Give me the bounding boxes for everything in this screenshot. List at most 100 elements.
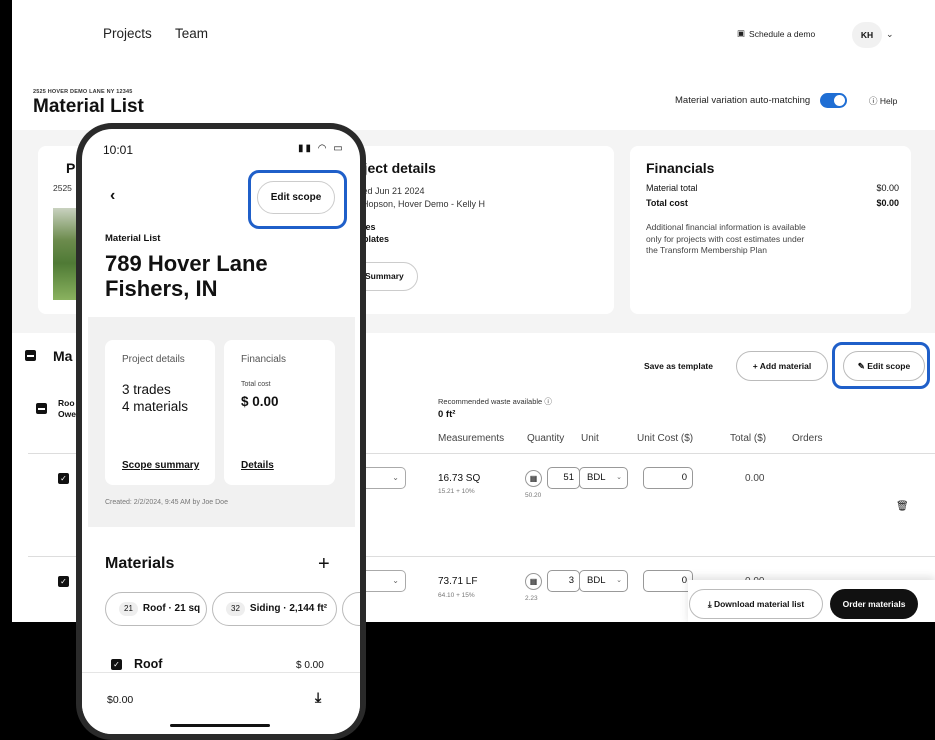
trades-count: 3 trades (122, 382, 171, 397)
created-by: y Hopson, Hover Demo - Kelly H (355, 199, 486, 209)
nav-team[interactable]: Team (175, 26, 208, 41)
chip-count: 32 (226, 602, 245, 616)
total-cost-value: $ 0.00 (241, 394, 279, 409)
chevron-down-icon[interactable]: ⌄ (886, 29, 894, 40)
back-arrow-icon[interactable]: ‹ (110, 187, 115, 205)
info-icon[interactable]: ⓘ (544, 397, 552, 406)
row-total: 0.00 (745, 473, 765, 484)
automatch-toggle[interactable] (820, 93, 847, 108)
edit-scope-highlight (832, 342, 930, 389)
unit-value: BDL (587, 472, 606, 483)
save-as-template-button[interactable]: Save as template (644, 361, 713, 371)
measurement-value: 16.73 SQ (438, 473, 481, 484)
col-unit: Unit (581, 433, 599, 444)
chip-roof[interactable]: 21 Roof · 21 sq (105, 592, 207, 626)
project-details-title: oject details (355, 160, 436, 176)
add-material-button[interactable]: + Add material (736, 351, 828, 381)
chevron-down-icon: ⌄ (616, 577, 622, 584)
download-icon: ⤓ (707, 599, 712, 609)
quantity-input[interactable]: 3 (547, 570, 580, 592)
recommended-waste-label: Recommended waste available ⓘ (438, 396, 552, 407)
measurement-detail: 15.21 + 10% (438, 488, 475, 495)
top-navigation: Projects Team ▣ Schedule a demo KH ⌄ (12, 0, 935, 68)
roof-group-line2: Owe (58, 409, 76, 419)
financials-label: Financials (241, 354, 287, 365)
material-select[interactable]: ⌄ (363, 467, 406, 489)
created-info: Created: 2/2/2024, 9:45 AM by Joe Doe (105, 499, 228, 506)
phone-page-label: Material List (105, 233, 161, 244)
col-orders: Orders (792, 433, 823, 444)
chip-siding[interactable]: 32 Siding · 2,144 ft² (212, 592, 337, 626)
calculated-quantity: 2.23 (525, 595, 538, 602)
phone-frame: 10:01 ▮▮ ◠ ▭ ‹ Edit scope Material List … (76, 123, 366, 740)
details-link[interactable]: Details (241, 460, 274, 471)
phone-screen: 10:01 ▮▮ ◠ ▭ ‹ Edit scope Material List … (82, 129, 360, 734)
download-material-list-button[interactable]: ⤓ Download material list (689, 589, 823, 619)
roof-group-line1: Roo (58, 398, 75, 408)
project-address: 2525 HOVER DEMO LANE NY 12345 (33, 89, 133, 95)
material-select[interactable]: ⌄ (363, 570, 406, 592)
download-icon[interactable]: ⤓ (315, 689, 321, 706)
calculator-icon[interactable]: ▦ (525, 470, 542, 487)
material-total-value: $0.00 (876, 183, 899, 193)
order-materials-button[interactable]: Order materials (830, 589, 918, 619)
quantity-input[interactable]: 51 (547, 467, 580, 489)
financials-note: Additional financial information is avai… (646, 222, 806, 255)
address-line1: 789 Hover Lane (105, 251, 268, 276)
download-label: Download material list (713, 599, 805, 609)
schedule-demo-label: Schedule a demo (749, 28, 816, 39)
unit-cost-input[interactable]: 0 (643, 467, 693, 489)
chip-label: Roof · 21 sq (142, 603, 201, 614)
roof-label: Roof (134, 657, 163, 671)
total-cost-label: Total cost (646, 198, 688, 208)
materials-count: 4 materials (122, 399, 189, 414)
materials-title: Materials (105, 555, 175, 572)
calculated-quantity: 50.20 (525, 492, 542, 499)
materials-section-title: Ma (53, 348, 73, 364)
page-title: Material List (33, 96, 144, 117)
footer-total: $0.00 (107, 694, 134, 706)
unit-select[interactable]: BDL ⌄ (579, 467, 628, 489)
chip-count: 21 (119, 602, 138, 616)
financials-title: Financials (646, 160, 715, 176)
col-quantity: Quantity (527, 433, 565, 444)
chip-more[interactable] (342, 592, 360, 626)
chip-label: Siding · 2,144 ft² (249, 603, 328, 614)
measurement-value: 73.71 LF (438, 576, 478, 587)
col-unit-cost: Unit Cost ($) (637, 433, 694, 444)
measurement-detail: 64.10 + 15% (438, 592, 475, 599)
project-card-sub: 2525 (53, 183, 72, 193)
trash-icon[interactable]: 🗑 (896, 501, 909, 512)
row-checkbox[interactable]: ✓ (58, 576, 69, 587)
nav-projects[interactable]: Projects (103, 26, 152, 41)
unit-select[interactable]: BDL ⌄ (579, 570, 628, 592)
help-link[interactable]: ⓘ Help (869, 95, 897, 107)
phone-edit-scope-highlight (248, 170, 347, 229)
unit-cost-input[interactable]: 0 (643, 570, 693, 592)
scope-summary-link[interactable]: Scope summary (122, 460, 199, 471)
calendar-icon: ▣ (737, 28, 746, 38)
unit-value: BDL (587, 575, 606, 586)
automatch-label: Material variation auto-matching (675, 95, 811, 106)
chevron-down-icon: ⌄ (616, 474, 622, 481)
help-icon: ⓘ (869, 96, 878, 106)
material-total-row: Material total $0.00 (646, 183, 899, 193)
roof-group-checkbox[interactable] (36, 403, 47, 414)
roof-checkbox[interactable]: ✓ (111, 659, 122, 670)
schedule-demo-link[interactable]: ▣ Schedule a demo (737, 28, 815, 39)
home-indicator (170, 724, 270, 727)
calculator-icon[interactable]: ▦ (525, 573, 542, 590)
col-measurements: Measurements (438, 433, 505, 444)
phone-financials-card: Financials Total cost $ 0.00 Details (224, 340, 335, 485)
status-time: 10:01 (103, 143, 134, 157)
roof-group-label: Roo Owe (58, 398, 76, 420)
recommended-waste-text: Recommended waste available (438, 397, 543, 406)
section-checkbox[interactable] (25, 350, 36, 361)
row-checkbox[interactable]: ✓ (58, 473, 69, 484)
status-icons: ▮▮ ◠ ▭ (298, 143, 345, 154)
roof-value: $ 0.00 (296, 660, 324, 671)
project-details-label: Project details (122, 354, 185, 365)
add-icon[interactable]: + (318, 553, 330, 576)
avatar[interactable]: KH (852, 22, 882, 48)
col-total: Total ($) (730, 433, 767, 444)
